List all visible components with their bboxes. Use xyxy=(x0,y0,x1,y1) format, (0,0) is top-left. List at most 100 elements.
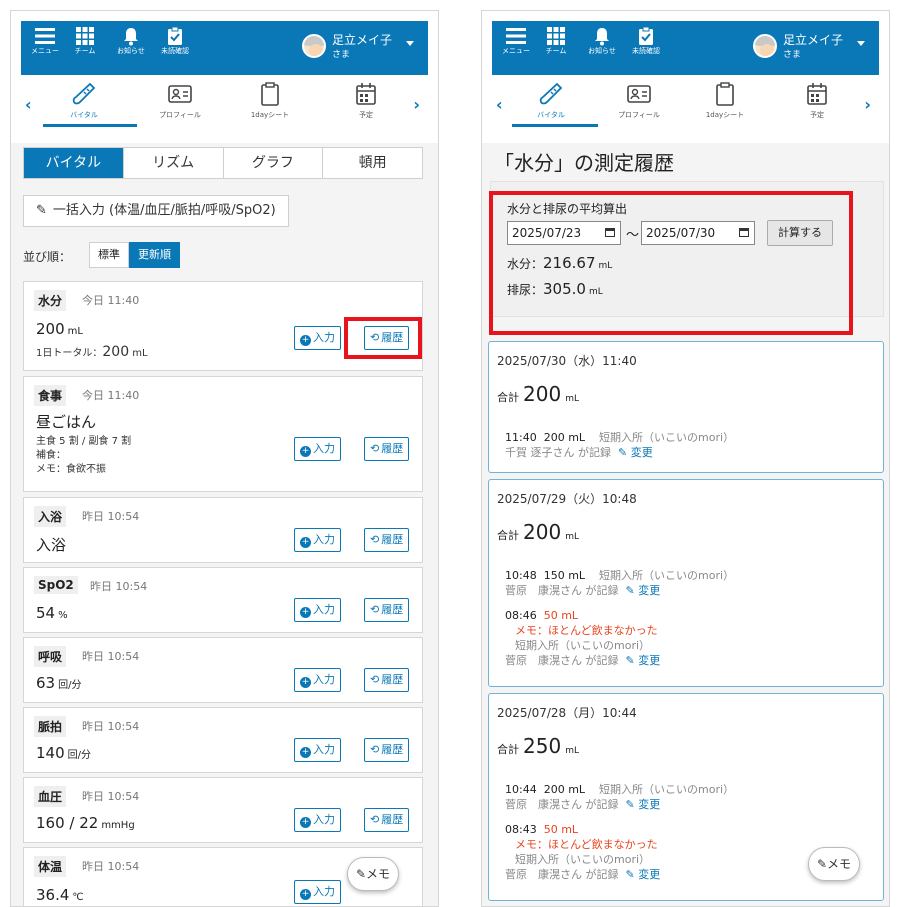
edit-icon: ✎ xyxy=(36,203,47,218)
total-value: 200 xyxy=(523,382,562,406)
input-button-label: 入力 xyxy=(313,743,335,756)
card-value: 36.4 ℃ xyxy=(36,886,84,904)
change-link[interactable]: ✎ 変更 xyxy=(626,868,661,881)
total-value: 250 xyxy=(523,734,562,758)
card-name: SpO2 xyxy=(34,576,78,594)
subnav-schedule[interactable]: 予定 xyxy=(331,81,401,120)
history-button[interactable]: ⟲ 履歴 xyxy=(364,528,410,552)
history-button[interactable]: ⟲ 履歴 xyxy=(364,598,410,622)
change-link[interactable]: ✎ 変更 xyxy=(626,584,661,597)
input-button[interactable]: + 入力 xyxy=(294,326,341,350)
plus-icon: + xyxy=(300,607,311,618)
menu-button[interactable]: メニュー xyxy=(25,26,65,56)
tab-rhythm[interactable]: リズム xyxy=(124,148,224,178)
chevron-left-icon[interactable]: ‹ xyxy=(25,95,32,114)
vital-card-respiration: 呼吸 昨日 10:54 63 回/分 + 入力 ⟲ 履歴 xyxy=(23,637,423,703)
tab-vital[interactable]: バイタル xyxy=(24,148,124,178)
plus-icon: + xyxy=(300,889,311,900)
value-number: 36.4 xyxy=(36,886,70,904)
notification-button[interactable]: お知らせ xyxy=(582,26,622,56)
input-button-label: 入力 xyxy=(313,885,335,898)
sort-newest-button[interactable]: 更新順 xyxy=(129,242,180,268)
value-unit: ℃ xyxy=(72,892,84,903)
vital-card-pulse: 脈拍 昨日 10:54 140 回/分 + 入力 ⟲ 履歴 xyxy=(23,707,423,773)
input-button-label: 入力 xyxy=(313,813,335,826)
input-button[interactable]: + 入力 xyxy=(294,668,341,692)
chevron-right-icon[interactable]: › xyxy=(864,95,871,114)
history-icon: ⟲ xyxy=(370,813,380,826)
card-time: 昨日 10:54 xyxy=(90,580,148,593)
team-button[interactable]: チーム xyxy=(536,26,576,56)
subnav-schedule-label: 予定 xyxy=(359,111,373,119)
card-value: 昼ごはん xyxy=(36,413,97,431)
history-button[interactable]: ⟲ 履歴 xyxy=(364,738,410,762)
history-card: 2025/07/29（火）10:48 合計 200 mL 10:48 150 mL … xyxy=(488,479,884,687)
user-name: 足立メイ子 xyxy=(332,33,393,47)
value-number: 63 xyxy=(36,674,56,692)
subnav-schedule[interactable]: 予定 xyxy=(782,81,852,120)
input-button[interactable]: + 入力 xyxy=(294,598,341,622)
subnav-vital[interactable]: バイタル xyxy=(49,81,119,120)
total-label: 合計 xyxy=(497,743,519,756)
card-name: 入浴 xyxy=(34,506,67,527)
total-label: 合計 xyxy=(497,529,519,542)
total-unit: mL xyxy=(565,394,579,404)
history-button[interactable]: ⟲ 履歴 xyxy=(364,437,410,461)
change-link[interactable]: ✎ 変更 xyxy=(626,654,661,667)
daily-total-label: 1日トータル： xyxy=(36,348,103,359)
history-entry: 11:40 200 mL 短期入所（いこいのmori） 千賀 逐子さん が記録 … xyxy=(505,430,734,460)
card-value: 54% xyxy=(36,604,68,622)
history-total: 合計 200 mL xyxy=(497,382,579,406)
memo-fab-button[interactable]: ✎メモ xyxy=(808,847,860,881)
tab-graph[interactable]: グラフ xyxy=(224,148,324,178)
team-button[interactable]: チーム xyxy=(65,26,105,56)
subnav-oneday[interactable]: 1dayシート xyxy=(690,81,760,120)
card-value: 入浴 xyxy=(36,536,67,554)
tab-prn[interactable]: 頓用 xyxy=(323,148,422,178)
history-button[interactable]: ⟲ 履歴 xyxy=(364,808,410,832)
input-button[interactable]: + 入力 xyxy=(294,528,341,552)
history-button[interactable]: ⟲ 履歴 xyxy=(364,668,410,692)
subnav-vital[interactable]: バイタル xyxy=(516,81,586,120)
input-button[interactable]: + 入力 xyxy=(294,808,341,832)
entry-recorder: 菅原 康滉さん が記録 xyxy=(505,868,619,881)
change-link[interactable]: ✎ 変更 xyxy=(626,798,661,811)
entry-amount: 50 mL xyxy=(543,609,579,622)
entry-place: 短期入所（いこいのmori） xyxy=(515,853,651,866)
history-date: 2025/07/29（火）10:48 xyxy=(497,492,637,506)
sort-standard-button[interactable]: 標準 xyxy=(89,242,129,268)
input-button[interactable]: + 入力 xyxy=(294,738,341,762)
total-unit: mL xyxy=(565,532,579,542)
change-link[interactable]: ✎ 変更 xyxy=(618,446,653,459)
value-unit: % xyxy=(58,610,68,621)
input-button[interactable]: + 入力 xyxy=(294,880,341,904)
subnav-oneday[interactable]: 1dayシート xyxy=(235,81,305,120)
unread-check-button[interactable]: 未読確認 xyxy=(626,26,666,56)
page-title: 「水分」の測定履歴 xyxy=(494,151,674,175)
history-total: 合計 250 mL xyxy=(497,734,579,758)
calendar-icon xyxy=(356,83,376,105)
chevron-right-icon[interactable]: › xyxy=(413,95,420,114)
subnav-profile[interactable]: プロフィール xyxy=(604,81,674,120)
card-name: 呼吸 xyxy=(34,646,67,667)
history-icon: ⟲ xyxy=(370,603,380,616)
notification-button[interactable]: お知らせ xyxy=(111,26,151,56)
grid-icon xyxy=(76,27,94,45)
history-icon: ⟲ xyxy=(370,442,380,455)
unread-check-button[interactable]: 未読確認 xyxy=(155,26,195,56)
meal-memo: メモ：食欲不振 xyxy=(36,464,106,475)
user-menu[interactable]: 足立メイ子 さま xyxy=(753,31,865,65)
input-button[interactable]: + 入力 xyxy=(294,437,341,461)
bell-icon xyxy=(595,28,609,46)
pencil-icon: ✎ xyxy=(355,867,367,881)
grid-icon xyxy=(547,27,565,45)
subnav-profile[interactable]: プロフィール xyxy=(145,81,215,120)
vital-card-bath: 入浴 昨日 10:54 入浴 + 入力 ⟲ 履歴 xyxy=(23,497,423,563)
id-card-icon xyxy=(168,85,192,103)
memo-fab-button[interactable]: ✎メモ xyxy=(347,857,399,891)
chevron-left-icon[interactable]: ‹ xyxy=(496,95,503,114)
entry-amount: 150 mL xyxy=(543,569,586,582)
user-menu[interactable]: 足立メイ子 さま xyxy=(302,31,414,65)
bulk-input-button[interactable]: ✎ 一括入力 (体温/血圧/脈拍/呼吸/SpO2) xyxy=(23,195,289,227)
menu-button[interactable]: メニュー xyxy=(496,26,536,56)
